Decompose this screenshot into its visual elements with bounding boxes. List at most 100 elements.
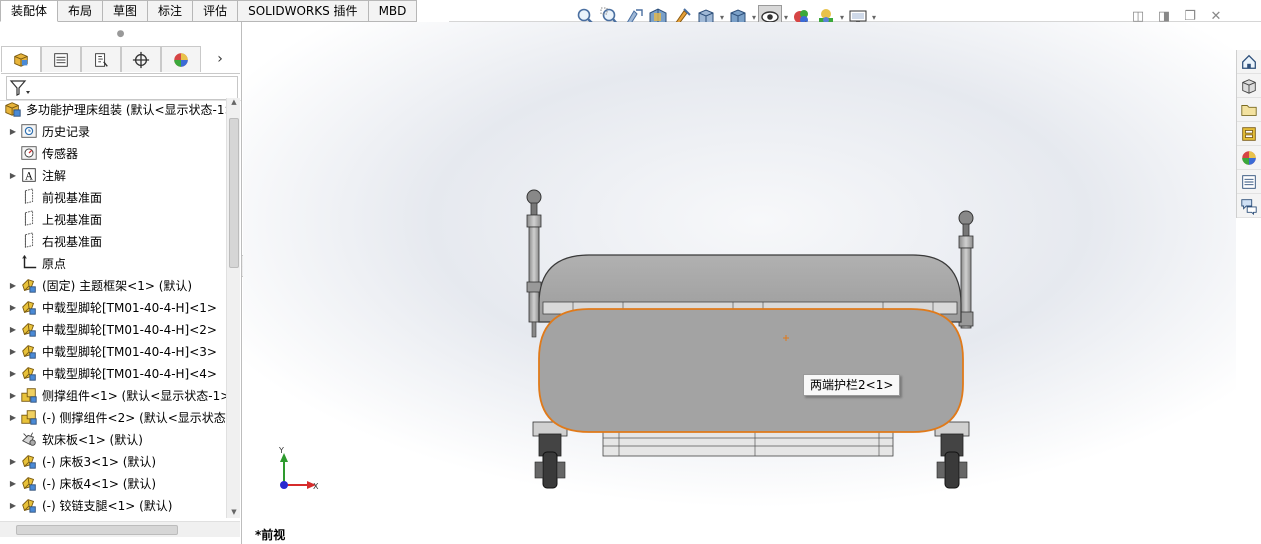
displaymanager-tab[interactable] (161, 46, 201, 72)
tree-item[interactable]: ▶ 历史记录 (0, 120, 226, 142)
tree-item-label: 注解 (42, 168, 67, 183)
forum-icon[interactable] (1237, 194, 1261, 218)
tab-3[interactable]: 标注 (148, 0, 194, 22)
tree-item[interactable]: ▶ 中载型脚轮[TM01-40-4-H]<4> (0, 362, 226, 384)
file-explorer-icon[interactable] (1237, 98, 1261, 122)
tree-item-label: 软床板<1> (默认) (42, 432, 143, 447)
part-icon (20, 452, 38, 470)
tree-filter-input[interactable] (6, 75, 238, 100)
expand-arrow-icon[interactable]: ▶ (8, 479, 18, 488)
tree-item[interactable]: ▶ 中载型脚轮[TM01-40-4-H]<3> (0, 340, 226, 362)
tree-item-label: (固定) 主题框架<1> (默认) (42, 278, 193, 293)
tree-item[interactable]: ▶ A 注解 (0, 164, 226, 186)
tree-item[interactable]: ▶ (-) 侧撑组件<2> (默认<显示状态-1>) (0, 406, 226, 428)
tree-item-label: (-) 铰链支腿<1> (默认) (42, 498, 173, 513)
tree-item[interactable]: ▶ 中载型脚轮[TM01-40-4-H]<1> (0, 296, 226, 318)
tree-vertical-scrollbar[interactable]: ▲ ▼ (226, 98, 240, 518)
tree-item[interactable]: ▶ (-) 铰链支腿<1> (默认) (0, 494, 226, 516)
component-tooltip: 两端护栏2<1> (803, 374, 901, 396)
tab-5[interactable]: SOLIDWORKS 插件 (238, 0, 369, 22)
tree-horizontal-scrollbar[interactable] (0, 521, 240, 537)
tree-item-label: 中载型脚轮[TM01-40-4-H]<2> (42, 322, 217, 337)
view-palette-icon[interactable] (1237, 122, 1261, 146)
tree-item[interactable]: ▶ (-) 床板4<1> (默认) (0, 472, 226, 494)
tree-item[interactable]: ▶ (-) 床板3<1> (默认) (0, 450, 226, 472)
more-tabs-chevron-icon[interactable]: › (201, 46, 239, 72)
expand-arrow-icon[interactable]: ▶ (8, 457, 18, 466)
part-icon (20, 276, 38, 294)
filter-icon (9, 79, 30, 96)
feature-tree: 多功能护理床组装 (默认<显示状态-1>) ▶ 历史记录 传感器 ▶ A 注解 前视基准面 上视… (0, 98, 226, 518)
subassembly-icon (20, 386, 38, 404)
scroll-up-icon[interactable]: ▲ (227, 98, 241, 108)
footboard-selected[interactable] (538, 308, 964, 433)
tree-item[interactable]: 软床板<1> (默认) (0, 428, 226, 450)
tree-item[interactable]: ▶ 中载型脚轮[TM01-40-4-H]<2> (0, 318, 226, 340)
scroll-thumb[interactable] (229, 118, 239, 268)
tab-0[interactable]: 装配体 (0, 0, 59, 22)
configurationmanager-tab[interactable] (81, 46, 121, 72)
tree-item[interactable]: ▶ (固定) 主题框架<1> (默认) (0, 274, 226, 296)
bed-model-front-view[interactable]: Y X (243, 22, 1236, 544)
tab-6[interactable]: MBD (368, 0, 418, 22)
tree-item-label: 右视基准面 (42, 234, 103, 249)
expand-arrow-icon[interactable]: ▶ (8, 413, 18, 422)
tree-item[interactable]: 前视基准面 (0, 186, 226, 208)
panel-grip[interactable]: ● (0, 22, 241, 46)
dimxpert-tab[interactable] (121, 46, 161, 72)
expand-arrow-icon[interactable]: ▶ (8, 127, 18, 136)
task-pane (1236, 50, 1261, 218)
tab-4[interactable]: 评估 (193, 0, 239, 22)
command-manager-tabs: 装配体 布局 草图 标注 评估 SOLIDWORKS 插件 MBD (0, 0, 418, 22)
expand-arrow-icon[interactable]: ▶ (8, 369, 18, 378)
history-icon (20, 122, 38, 140)
tab-1[interactable]: 布局 (58, 0, 104, 22)
part-icon (20, 320, 38, 338)
expand-arrow-icon[interactable]: ▶ (8, 391, 18, 400)
tree-item-label: 历史记录 (42, 124, 91, 139)
appearances-icon[interactable] (1237, 146, 1261, 170)
plane-icon (20, 210, 38, 228)
right-leg[interactable] (934, 421, 970, 489)
flexible-part-icon (20, 430, 38, 448)
expand-arrow-icon[interactable]: ▶ (8, 171, 18, 180)
expand-arrow-icon[interactable]: ▶ (8, 325, 18, 334)
triad-y-label: Y (278, 446, 284, 455)
tree-item[interactable]: 原点 (0, 252, 226, 274)
tree-item-label: 多功能护理床组装 (默认<显示状态-1>) (26, 102, 226, 117)
assembly-icon (4, 100, 22, 118)
tree-item-label: 原点 (42, 256, 67, 271)
graphics-area[interactable]: Y X 两端护栏2<1> *前视 (243, 22, 1236, 544)
expand-arrow-icon[interactable]: ▶ (8, 303, 18, 312)
tab-2[interactable]: 草图 (103, 0, 149, 22)
expand-arrow-icon[interactable]: ▶ (8, 501, 18, 510)
tree-item-label: (-) 侧撑组件<2> (默认<显示状态-1>) (42, 410, 226, 425)
annotations-icon: A (20, 166, 38, 184)
tree-item-label: 中载型脚轮[TM01-40-4-H]<4> (42, 366, 217, 381)
tree-item-label: (-) 床板3<1> (默认) (42, 454, 157, 469)
tree-item[interactable]: ▶ 侧撑组件<1> (默认<显示状态-1>) (0, 384, 226, 406)
origin-icon (20, 254, 38, 272)
propertymanager-tab[interactable] (41, 46, 81, 72)
custom-properties-icon[interactable] (1237, 170, 1261, 194)
expand-arrow-icon[interactable]: ▶ (8, 347, 18, 356)
tree-item[interactable]: 右视基准面 (0, 230, 226, 252)
tree-item-label: 前视基准面 (42, 190, 103, 205)
tree-item-label: 侧撑组件<1> (默认<显示状态-1>) (42, 388, 226, 403)
scroll-down-icon[interactable]: ▼ (227, 508, 241, 518)
tree-item[interactable]: 多功能护理床组装 (默认<显示状态-1>) (0, 98, 226, 120)
home-icon[interactable] (1237, 50, 1261, 74)
panel-tab-bar: › (1, 46, 240, 74)
design-library-icon[interactable] (1237, 74, 1261, 98)
part-icon (20, 474, 38, 492)
expand-arrow-icon[interactable]: ▶ (8, 281, 18, 290)
left-leg[interactable] (532, 421, 568, 489)
featuremanager-tab[interactable] (1, 46, 41, 72)
plane-icon (20, 188, 38, 206)
part-icon (20, 496, 38, 514)
hscroll-thumb[interactable] (16, 525, 178, 535)
tree-item[interactable]: 传感器 (0, 142, 226, 164)
view-name-label: *前视 (255, 528, 286, 542)
tree-item[interactable]: 上视基准面 (0, 208, 226, 230)
lower-frame[interactable] (602, 429, 894, 457)
